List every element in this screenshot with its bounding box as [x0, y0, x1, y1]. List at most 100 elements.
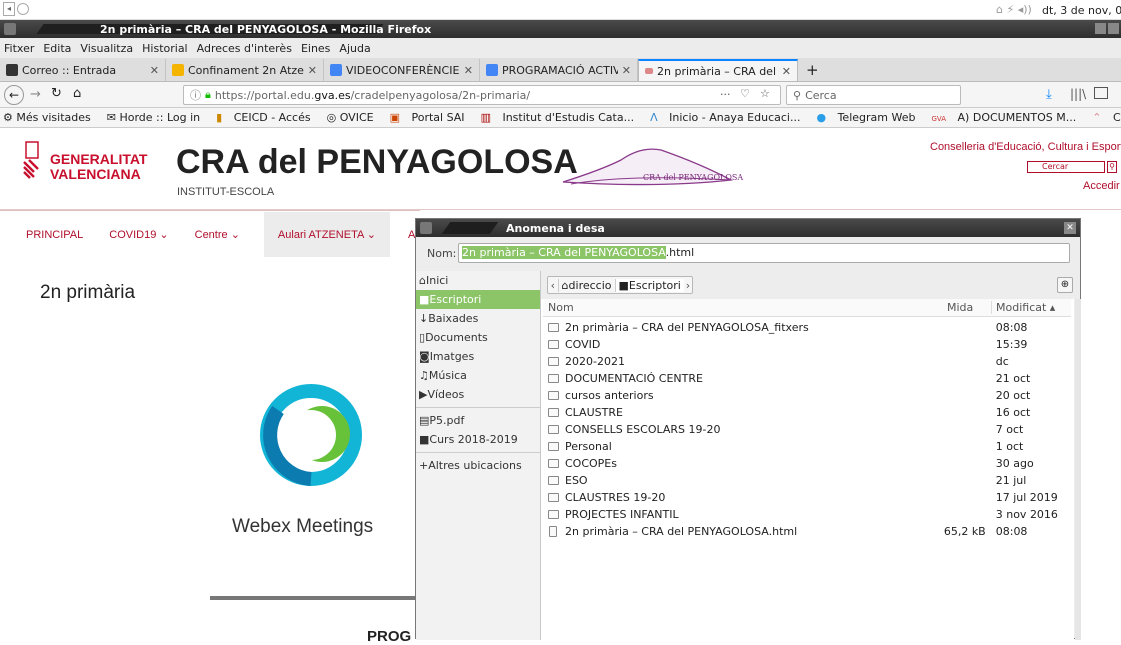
nav-covid19[interactable]: COVID19 ⌄: [109, 228, 168, 241]
bookmark-item[interactable]: GVA A) DOCUMENTOS M...: [931, 111, 1084, 124]
column-modified[interactable]: Modificat ▴: [991, 301, 1071, 314]
place-videos[interactable]: ▶Vídeos: [416, 385, 540, 404]
bookmark-item[interactable]: ▣ Portal SAI: [390, 111, 473, 124]
sidebar-icon[interactable]: [1094, 87, 1108, 99]
bookmark-item[interactable]: ▮ CEICD - Accés: [216, 111, 318, 124]
place-altres-ubicacions[interactable]: +Altres ubicacions: [416, 456, 540, 475]
menu-adreces[interactable]: Adreces d'interès: [197, 42, 292, 55]
menu-eines[interactable]: Eines: [301, 42, 330, 55]
folder-icon: [548, 510, 559, 519]
file-row[interactable]: CLAUSTRE 16 oct: [543, 404, 1071, 421]
place-musica[interactable]: ♫Música: [416, 366, 540, 385]
login-link[interactable]: Accedir: [1083, 180, 1120, 192]
bookmark-item[interactable]: ▥ Institut d'Estudis Cata...: [481, 111, 643, 124]
path-segment-escriptori[interactable]: ■Escriptori: [614, 278, 684, 292]
back-button[interactable]: ←: [4, 85, 24, 105]
bookmark-item[interactable]: ⌃ CRA del PENYAGOLO...: [1092, 111, 1121, 124]
file-row[interactable]: PROJECTES INFANTIL 3 nov 2016: [543, 506, 1071, 523]
file-row[interactable]: CLAUSTRES 19-20 17 jul 2019: [543, 489, 1071, 506]
library-icon[interactable]: |||\: [1070, 87, 1086, 101]
info-icon[interactable]: ⓘ: [190, 87, 201, 103]
new-folder-button[interactable]: ⊕: [1057, 277, 1073, 293]
place-documents[interactable]: ▯Documents: [416, 328, 540, 347]
file-row[interactable]: COVID 15:39: [543, 336, 1071, 353]
file-row[interactable]: 2n primària – CRA del PENYAGOLOSA_fitxer…: [543, 319, 1071, 336]
column-size[interactable]: Mida: [947, 301, 991, 314]
page-actions-icon[interactable]: ···: [720, 88, 731, 101]
place-curs-2018-2019[interactable]: ■Curs 2018-2019: [416, 430, 540, 449]
menu-visualitza[interactable]: Visualitza: [80, 42, 133, 55]
tab-programacio[interactable]: PROGRAMACIÓ ACTIVI ✕: [480, 59, 638, 81]
site-search-icon[interactable]: ⚲: [1107, 161, 1117, 173]
close-tab-icon[interactable]: ✕: [464, 64, 473, 77]
close-tab-icon[interactable]: ✕: [622, 64, 631, 77]
nav-aulari-atzeneta[interactable]: Aulari ATZENETA ⌄: [263, 212, 390, 257]
file-list-scrollbar[interactable]: [1075, 299, 1081, 640]
column-name[interactable]: Nom: [543, 301, 947, 314]
menu-edita[interactable]: Edita: [43, 42, 71, 55]
maximize-button[interactable]: [1108, 23, 1119, 34]
path-back-icon[interactable]: ‹: [548, 279, 558, 292]
conselleria-link[interactable]: Conselleria d'Educació, Cultura i Esport: [930, 141, 1121, 153]
dialog-menu-icon[interactable]: [420, 222, 432, 234]
nav-centre[interactable]: Centre ⌄: [195, 228, 240, 241]
dialog-close-button[interactable]: ✕: [1064, 222, 1076, 234]
bookmark-item[interactable]: Λ Inicio - Anaya Educaci...: [650, 111, 808, 124]
nav-principal[interactable]: PRINCIPAL: [26, 229, 83, 241]
path-forward-icon[interactable]: ›: [684, 279, 692, 292]
site-title[interactable]: CRA del PENYAGOLOSA: [176, 143, 578, 182]
tab-2n-primaria[interactable]: 2n primària – CRA del P ✕: [638, 59, 798, 81]
menu-fitxer[interactable]: Fitxer: [4, 42, 34, 55]
search-input[interactable]: ⚲ Cerca: [786, 85, 961, 105]
bookmark-item[interactable]: ⚙ Més visitades: [3, 111, 99, 124]
site-search-input[interactable]: Cercar: [1027, 161, 1105, 173]
window-title: 2n primària – CRA del PENYAGOLOSA - Mozi…: [100, 23, 432, 36]
place-imatges[interactable]: ◙Imatges: [416, 347, 540, 366]
file-list-header: Nom Mida Modificat ▴: [543, 299, 1071, 317]
home-button[interactable]: ⌂: [73, 86, 81, 101]
menu-historial[interactable]: Historial: [142, 42, 187, 55]
file-row[interactable]: 2020-2021 dc: [543, 353, 1071, 370]
file-row[interactable]: ESO 21 jul: [543, 472, 1071, 489]
file-row[interactable]: DOCUMENTACIÓ CENTRE 21 oct: [543, 370, 1071, 387]
tab-videoconferencies[interactable]: VIDEOCONFERÈNCIES (✕: [324, 59, 480, 81]
circle-icon[interactable]: [17, 3, 29, 15]
close-tab-icon[interactable]: ✕: [308, 64, 317, 77]
place-baixades[interactable]: ↓Baixades: [416, 309, 540, 328]
tab-confinament[interactable]: Confinament 2n Atzene ✕: [166, 59, 324, 81]
clock[interactable]: dt, 3 de nov, 08:09: [1042, 4, 1121, 17]
file-row[interactable]: COCOPEs 30 ago: [543, 455, 1071, 472]
system-top-bar: ◂ ⌂ ⚡ ◂)) dt, 3 de nov, 08:09: [0, 0, 1121, 20]
back-arrow-icon[interactable]: ◂: [3, 2, 15, 16]
bookmark-item[interactable]: ✉ Horde :: Log in: [107, 111, 208, 124]
window-menu-icon[interactable]: [4, 23, 16, 35]
bookmark-item[interactable]: ◎ OVICE: [327, 111, 382, 124]
download-icon: ↓: [419, 312, 429, 325]
tray-icons[interactable]: ⌂ ⚡ ◂)): [996, 3, 1032, 16]
close-tab-icon[interactable]: ✕: [150, 64, 159, 77]
pocket-icon[interactable]: ♡: [740, 87, 750, 100]
place-p5-pdf[interactable]: ▤P5.pdf: [416, 411, 540, 430]
url-bar[interactable]: ⓘ 🔒︎ https://portal.edu. gva.es/cradelpen…: [183, 85, 781, 105]
new-tab-button[interactable]: +: [798, 59, 827, 81]
save-dialog: Anomena i desa ✕ Nom: 2n primària – CRA …: [415, 218, 1081, 640]
menu-ajuda[interactable]: Ajuda: [339, 42, 370, 55]
file-date: 16 oct: [995, 406, 1031, 419]
filename-input[interactable]: 2n primària – CRA del PENYAGOLOSA.html: [458, 243, 1070, 263]
forward-button[interactable]: →: [30, 87, 41, 102]
close-tab-icon[interactable]: ✕: [782, 65, 791, 78]
reload-button[interactable]: ↻: [51, 86, 62, 101]
place-escriptori[interactable]: ■Escriptori: [416, 290, 540, 309]
bookmark-item[interactable]: ● Telegram Web: [816, 111, 923, 124]
file-row[interactable]: cursos anteriors 20 oct: [543, 387, 1071, 404]
minimize-button[interactable]: [1095, 23, 1106, 34]
tab-correo[interactable]: Correo :: Entrada ✕: [0, 59, 166, 81]
download-icon[interactable]: ⤓: [1046, 87, 1052, 102]
file-row[interactable]: CONSELLS ESCOLARS 19-20 7 oct: [543, 421, 1071, 438]
path-segment-direccio[interactable]: ⌂direccio: [557, 278, 615, 292]
place-inici[interactable]: ⌂Inici: [416, 271, 540, 290]
filename-ext: .html: [665, 246, 695, 259]
bookmark-star-icon[interactable]: ☆: [760, 87, 770, 100]
file-row[interactable]: Personal 1 oct: [543, 438, 1071, 455]
file-row[interactable]: 2n primària – CRA del PENYAGOLOSA.html 65…: [543, 523, 1071, 540]
